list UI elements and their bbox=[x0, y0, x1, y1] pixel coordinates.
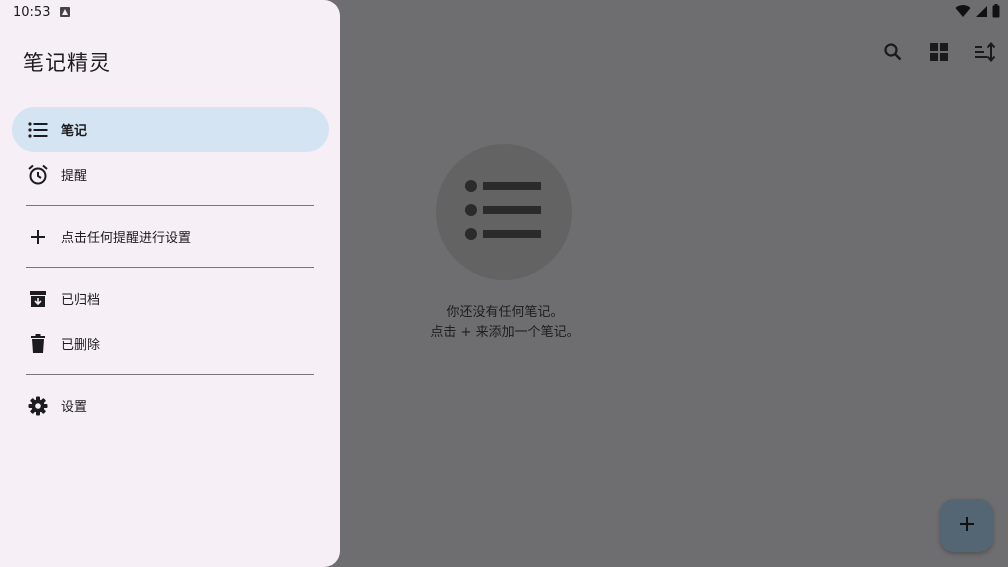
battery-icon bbox=[992, 3, 1000, 22]
divider bbox=[26, 374, 314, 375]
divider bbox=[26, 267, 314, 268]
add-icon bbox=[959, 516, 975, 536]
list-icon bbox=[464, 178, 544, 246]
alarm-icon bbox=[27, 164, 49, 186]
nav-item-notes[interactable]: 笔记 bbox=[12, 107, 329, 152]
sort-button[interactable] bbox=[962, 34, 1008, 74]
signal-icon bbox=[975, 3, 988, 22]
archive-icon bbox=[27, 288, 49, 310]
wifi-icon bbox=[955, 3, 971, 22]
gear-icon bbox=[27, 395, 49, 417]
status-icons bbox=[955, 3, 1000, 21]
search-icon bbox=[883, 42, 903, 66]
main-toolbar bbox=[870, 34, 1008, 74]
nav-item-label: 设置 bbox=[61, 400, 88, 415]
nav-item-reminders[interactable]: 提醒 bbox=[12, 152, 329, 197]
grid-view-button[interactable] bbox=[916, 34, 962, 74]
empty-state-illustration bbox=[436, 144, 572, 280]
list-icon bbox=[27, 119, 49, 141]
nav-item-archived[interactable]: 已归档 bbox=[12, 276, 329, 321]
add-icon bbox=[27, 226, 49, 248]
status-time: 10:53 bbox=[13, 4, 51, 20]
divider bbox=[26, 205, 314, 206]
nav-item-label: 已归档 bbox=[61, 293, 101, 308]
trash-icon bbox=[27, 333, 49, 355]
nav-item-label: 笔记 bbox=[61, 124, 88, 139]
notification-icon bbox=[60, 7, 71, 17]
nav-item-trash[interactable]: 已删除 bbox=[12, 321, 329, 366]
empty-state-line-1: 你还没有任何笔记。 bbox=[446, 305, 564, 320]
nav-item-label: 点击任何提醒进行设置 bbox=[61, 231, 192, 246]
nav-item-settings[interactable]: 设置 bbox=[12, 383, 329, 428]
empty-state-message: 你还没有任何笔记。 点击 + 来添加一个笔记。 bbox=[340, 303, 670, 343]
nav-item-label: 提醒 bbox=[61, 169, 88, 184]
drawer-title: 笔记精灵 bbox=[23, 51, 111, 75]
nav-item-label: 已删除 bbox=[61, 338, 101, 353]
navigation-drawer: 10:53 笔记精灵 笔记 提醒 点击任何提醒进行设置 已归档 已删除 设置 bbox=[0, 0, 340, 567]
status-bar-left: 10:53 bbox=[13, 3, 71, 21]
nav-item-set-reminder[interactable]: 点击任何提醒进行设置 bbox=[12, 214, 329, 259]
grid-view-icon bbox=[929, 42, 949, 66]
add-note-fab[interactable] bbox=[940, 499, 993, 552]
sort-icon bbox=[974, 41, 996, 66]
search-button[interactable] bbox=[870, 34, 916, 74]
empty-state-line-2: 点击 + 来添加一个笔记。 bbox=[430, 325, 580, 340]
